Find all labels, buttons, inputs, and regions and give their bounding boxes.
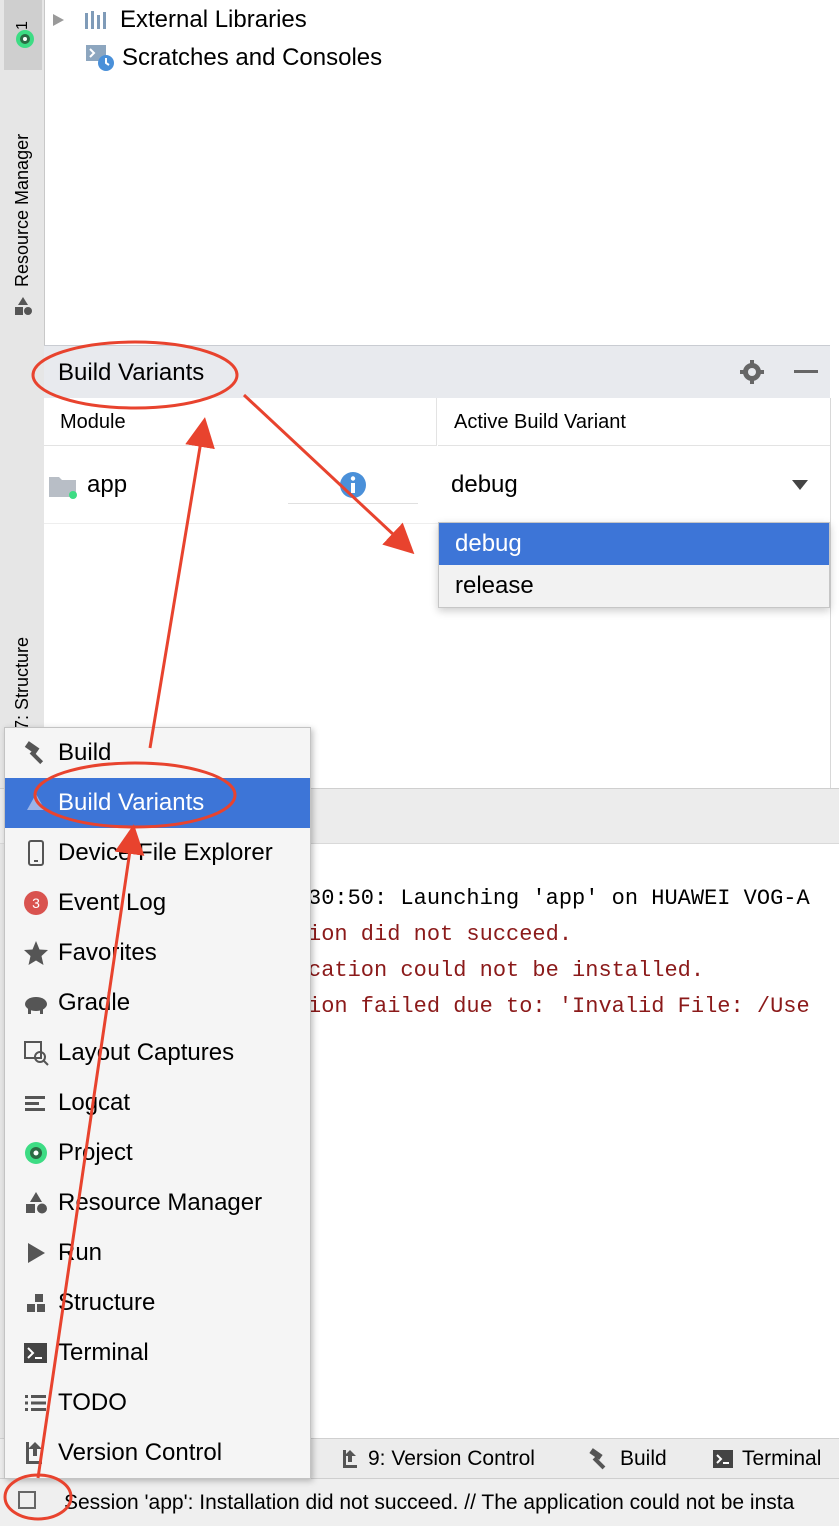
menu-item-resource-manager[interactable]: Resource Manager bbox=[5, 1178, 310, 1228]
menu-item-label: Gradle bbox=[58, 989, 131, 1016]
scratches-icon bbox=[86, 45, 114, 71]
structure-tab-label: 7: Structure bbox=[12, 636, 32, 730]
menu-item-gradle[interactable]: Gradle bbox=[5, 978, 310, 1028]
resource-manager-tab-label: Resource Manager bbox=[12, 133, 32, 287]
variant-dropdown-list: debug release bbox=[438, 522, 830, 608]
minimize-icon[interactable] bbox=[794, 370, 818, 373]
layout-capture-icon bbox=[23, 1040, 49, 1066]
chevron-down-icon[interactable] bbox=[791, 479, 809, 491]
menu-item-favorites[interactable]: Favorites bbox=[5, 928, 310, 978]
menu-item-label: Build bbox=[58, 739, 112, 766]
dropdown-option-release[interactable]: release bbox=[439, 565, 829, 607]
info-cell bbox=[288, 465, 418, 504]
menu-item-version-control[interactable]: Version Control bbox=[5, 1428, 310, 1478]
project-tool-tab[interactable]: 1 bbox=[4, 0, 42, 70]
build-variants-icon bbox=[23, 790, 49, 816]
menu-item-logcat[interactable]: Logcat bbox=[5, 1078, 310, 1128]
menu-item-label: Version Control bbox=[58, 1439, 223, 1466]
build-variants-title: Build Variants bbox=[58, 359, 205, 386]
build-variants-header: Build Variants bbox=[44, 345, 830, 399]
menu-item-label: Layout Captures bbox=[58, 1039, 235, 1066]
menu-item-terminal[interactable]: Terminal bbox=[5, 1328, 310, 1378]
menu-item-device-file-explorer[interactable]: Device File Explorer bbox=[5, 828, 310, 878]
module-folder-icon bbox=[49, 477, 77, 499]
menu-item-project[interactable]: Project bbox=[5, 1128, 310, 1178]
module-name: app bbox=[87, 471, 128, 498]
tab-terminal[interactable]: Terminal bbox=[712, 1445, 821, 1473]
menu-item-structure[interactable]: Structure bbox=[5, 1278, 310, 1328]
tree-item-external-libraries[interactable]: External Libraries bbox=[50, 2, 307, 38]
tab-label: 9: Version Control bbox=[368, 1447, 535, 1470]
run-icon bbox=[23, 1240, 49, 1266]
tool-windows-menu: Build Build Variants Device File Explore… bbox=[4, 727, 311, 1479]
tree-item-scratches[interactable]: Scratches and Consoles bbox=[84, 40, 382, 76]
selected-variant-value: debug bbox=[451, 471, 518, 498]
menu-item-todo[interactable]: TODO bbox=[5, 1378, 310, 1428]
console-line: 30:50: Launching 'app' on HUAWEI VOG-A bbox=[308, 886, 810, 911]
menu-item-build-variants[interactable]: Build Variants bbox=[5, 778, 310, 828]
hammer-icon bbox=[23, 740, 49, 766]
tab-version-control[interactable]: 9: Version Control bbox=[340, 1445, 535, 1473]
console-error-line: ion failed due to: 'Invalid File: /Use bbox=[308, 994, 810, 1019]
resource-manager-icon bbox=[15, 297, 32, 315]
version-control-icon bbox=[23, 1440, 49, 1466]
gradle-icon bbox=[23, 990, 49, 1016]
info-icon[interactable] bbox=[339, 471, 367, 499]
column-header-module[interactable]: Module bbox=[44, 398, 437, 446]
menu-item-label: Project bbox=[58, 1139, 133, 1166]
menu-item-label: Favorites bbox=[58, 939, 157, 966]
hammer-icon bbox=[589, 1448, 606, 1470]
terminal-icon bbox=[713, 1450, 733, 1468]
tab-build[interactable]: Build bbox=[588, 1445, 667, 1473]
menu-item-label: Device File Explorer bbox=[58, 839, 273, 866]
device-icon bbox=[23, 840, 49, 866]
column-header-active-variant[interactable]: Active Build Variant bbox=[438, 398, 830, 446]
tool-windows-toggle-icon[interactable] bbox=[18, 1491, 36, 1509]
menu-item-label: Resource Manager bbox=[58, 1189, 263, 1216]
structure-icon bbox=[23, 1290, 49, 1316]
tab-label: Terminal bbox=[742, 1447, 822, 1470]
logcat-icon bbox=[23, 1090, 49, 1116]
star-icon bbox=[23, 940, 49, 966]
build-variant-select[interactable]: debug bbox=[438, 447, 830, 523]
version-control-icon bbox=[343, 1450, 357, 1468]
menu-item-label: Structure bbox=[58, 1289, 156, 1316]
tree-item-label: Scratches and Consoles bbox=[122, 44, 383, 71]
gear-icon[interactable] bbox=[739, 359, 765, 385]
tab-label: Build bbox=[620, 1447, 667, 1470]
resource-manager-icon bbox=[23, 1190, 49, 1216]
dropdown-option-debug[interactable]: debug bbox=[439, 523, 829, 565]
status-message: Session 'app': Installation did not succ… bbox=[64, 1491, 795, 1514]
menu-item-label: Terminal bbox=[58, 1339, 149, 1366]
event-log-icon: 3 bbox=[23, 890, 49, 916]
console-error-line: cation could not be installed. bbox=[308, 958, 705, 983]
table-row[interactable]: app debug bbox=[44, 447, 830, 524]
terminal-icon bbox=[23, 1340, 49, 1366]
expand-arrow-icon[interactable] bbox=[50, 12, 66, 28]
structure-tool-tab[interactable]: 7: Structure bbox=[0, 600, 44, 730]
menu-item-label: TODO bbox=[58, 1389, 127, 1416]
svg-text:3: 3 bbox=[32, 895, 40, 911]
library-icon bbox=[85, 11, 106, 29]
menu-item-label: Build Variants bbox=[58, 789, 205, 816]
menu-item-layout-captures[interactable]: Layout Captures bbox=[5, 1028, 310, 1078]
todo-icon bbox=[23, 1390, 49, 1416]
menu-item-build[interactable]: Build bbox=[5, 728, 310, 778]
menu-item-label: Event Log bbox=[58, 889, 167, 916]
android-project-icon bbox=[23, 1140, 49, 1166]
tree-item-label: External Libraries bbox=[120, 6, 307, 33]
menu-item-label: Run bbox=[58, 1239, 103, 1266]
status-bar: Session 'app': Installation did not succ… bbox=[0, 1478, 839, 1526]
console-error-line: ion did not succeed. bbox=[308, 922, 573, 947]
resource-manager-tool-tab[interactable]: Resource Manager bbox=[0, 75, 44, 325]
menu-item-label: Logcat bbox=[58, 1089, 131, 1116]
menu-item-run[interactable]: Run bbox=[5, 1228, 310, 1278]
android-icon bbox=[16, 30, 34, 48]
menu-item-event-log[interactable]: 3 Event Log bbox=[5, 878, 310, 928]
